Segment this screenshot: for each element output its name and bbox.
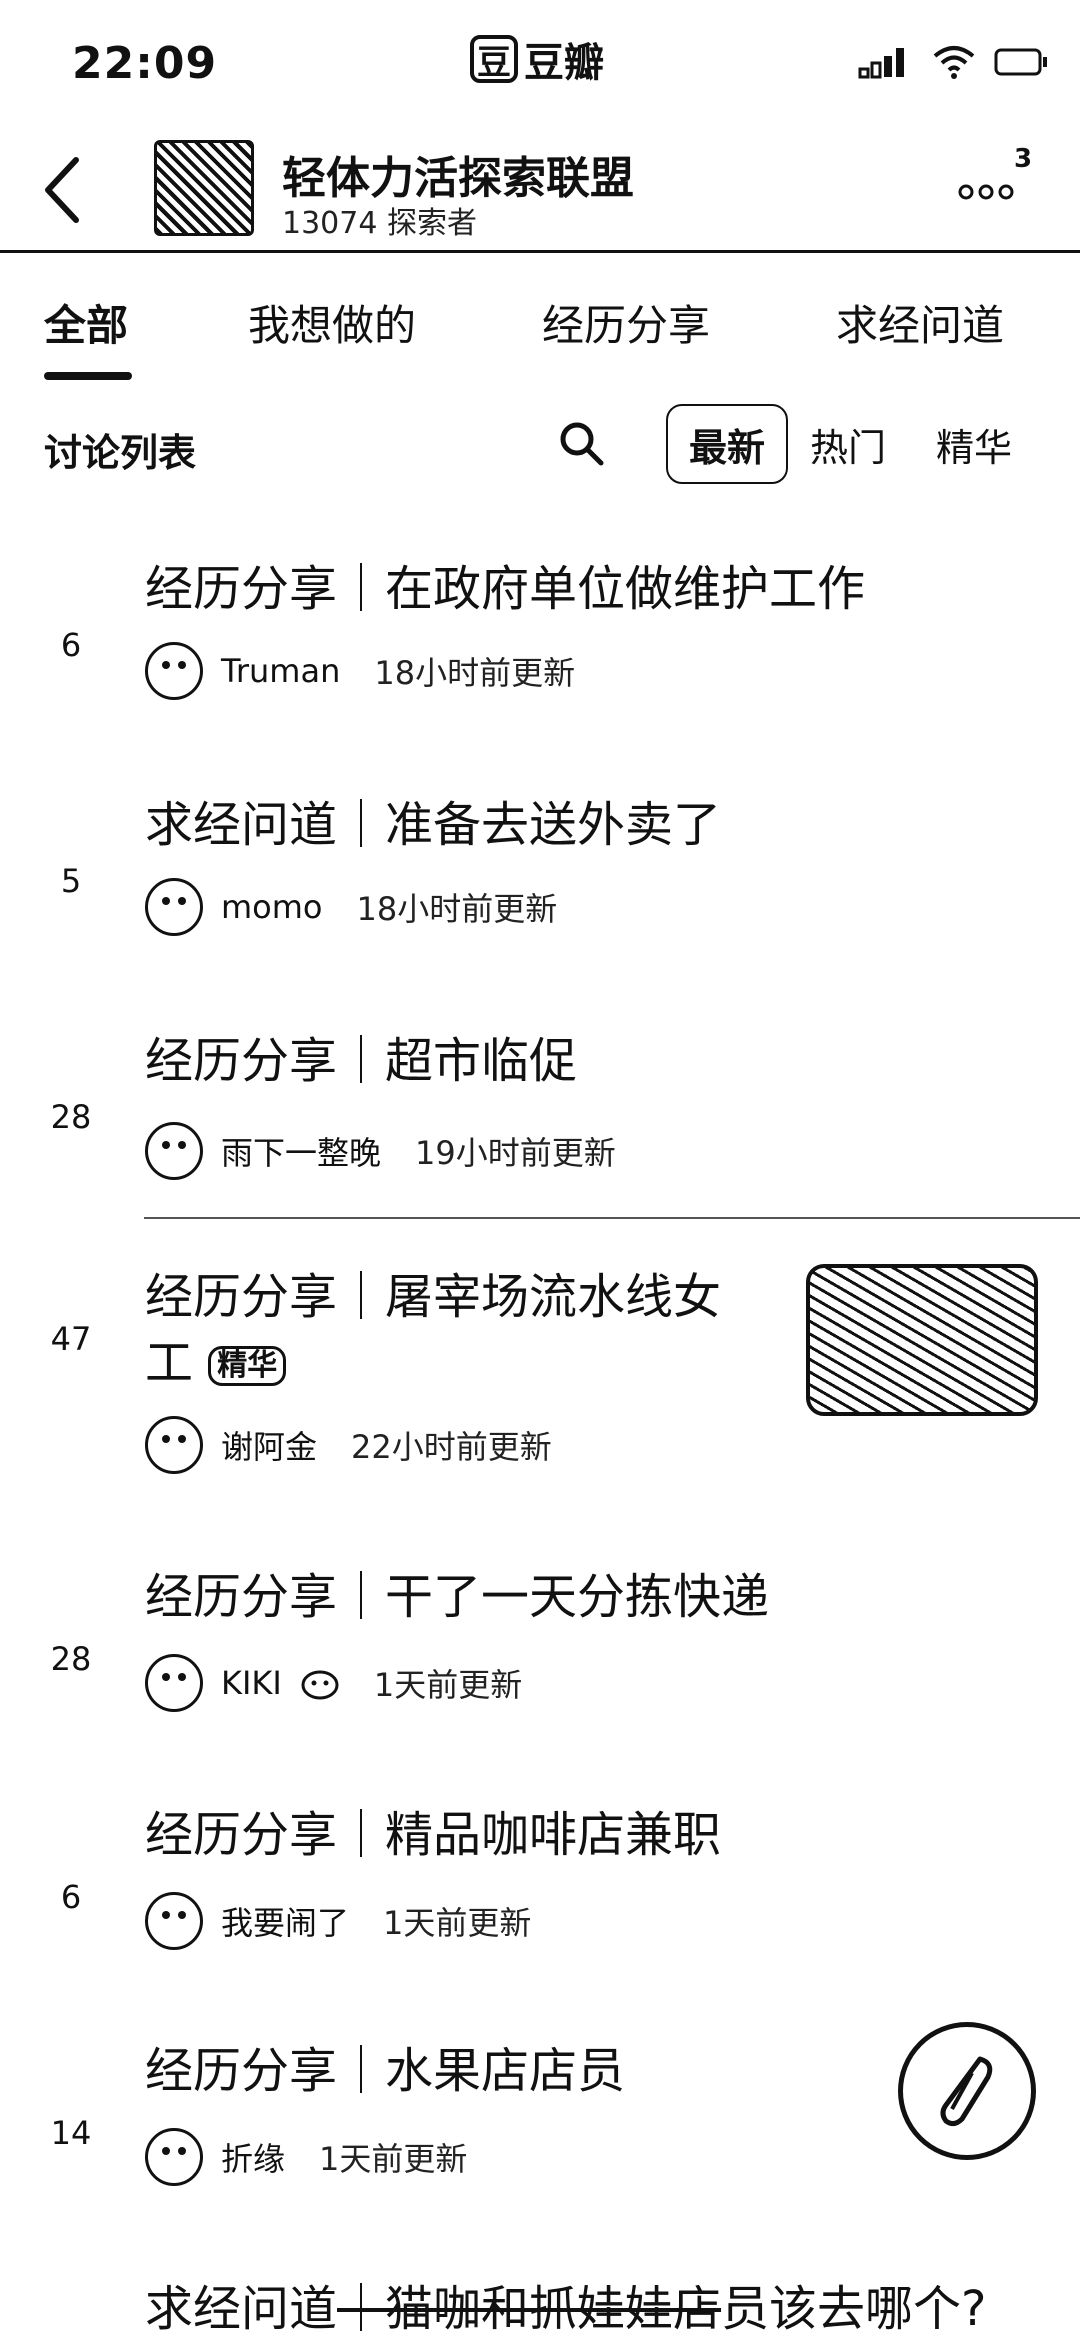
post-title[interactable]: 求经问道｜准备去送外卖了 — [145, 792, 721, 858]
emoji-icon — [301, 1670, 339, 1700]
back-arrow-icon[interactable] — [38, 150, 88, 230]
post-title-line1: 经历分享｜屠宰场流水线女 — [145, 1269, 722, 1325]
reply-count: 47 — [50, 1320, 92, 1358]
post-meta: 雨下一整晚 19小时前更新 — [145, 1122, 616, 1180]
group-title[interactable]: 轻体力活探索联盟 — [282, 142, 634, 206]
list-title: 讨论列表 — [44, 431, 197, 475]
list-item[interactable]: 5 求经问道｜准备去送外卖了 momo 18小时前更新 — [0, 772, 1080, 1008]
search-icon[interactable] — [558, 420, 604, 466]
sort-hot[interactable]: 热门 — [802, 404, 894, 484]
status-app: 豆 豆瓣 — [470, 30, 604, 88]
avatar[interactable] — [145, 1892, 203, 1950]
update-time: 1天前更新 — [373, 1666, 523, 1704]
member-count: 13074 探索者 — [282, 206, 477, 241]
list-item[interactable]: 28 经历分享｜干了一天分拣快递 KIKI 1天前更新 — [0, 1544, 1080, 1780]
list-item[interactable]: 47 经历分享｜屠宰场流水线女 工 精华 谢阿金 22小时前更新 — [0, 1244, 1080, 1534]
author-name[interactable]: 折缘 — [221, 2134, 285, 2180]
douban-logo-icon: 豆 — [470, 35, 518, 83]
post-meta: KIKI 1天前更新 — [145, 1654, 522, 1712]
update-time: 22小时前更新 — [351, 1428, 552, 1466]
header-divider — [0, 250, 1080, 253]
post-title[interactable]: 经历分享｜水果店店员 — [145, 2038, 625, 2104]
list-item[interactable]: 28 经历分享｜超市临促 雨下一整晚 19小时前更新 — [0, 1008, 1080, 1244]
avatar[interactable] — [145, 1122, 203, 1180]
author-name[interactable]: momo — [221, 888, 323, 926]
author-name[interactable]: Truman — [221, 652, 340, 690]
author-name[interactable]: 谢阿金 — [221, 1422, 317, 1468]
post-title-line2-text: 工 — [145, 1335, 194, 1391]
tab-experience-share[interactable]: 经历分享 — [542, 292, 710, 353]
notification-badge: 3 — [1014, 144, 1033, 174]
reply-count: 14 — [50, 2114, 92, 2152]
post-meta: 折缘 1天前更新 — [145, 2128, 467, 2186]
update-time: 1天前更新 — [383, 1904, 532, 1942]
post-meta: momo 18小时前更新 — [145, 878, 557, 936]
more-options-icon[interactable] — [958, 172, 1018, 212]
group-avatar[interactable] — [154, 140, 254, 236]
author-name[interactable]: KIKI — [221, 1664, 282, 1702]
avatar[interactable] — [145, 1654, 203, 1712]
list-item[interactable]: 求经问道｜猫咖和抓娃娃店员该去哪个? — [0, 2256, 1080, 2338]
sort-featured[interactable]: 精华 — [928, 404, 1020, 484]
update-time: 1天前更新 — [319, 2140, 468, 2178]
list-divider — [144, 1217, 1080, 1219]
post-meta: 谢阿金 22小时前更新 — [145, 1416, 552, 1474]
pen-icon — [940, 2056, 993, 2127]
author-name[interactable]: 雨下一整晚 — [221, 1128, 381, 1174]
avatar[interactable] — [145, 1416, 203, 1474]
post-title[interactable]: 经历分享｜屠宰场流水线女 工 精华 — [145, 1264, 721, 1396]
post-title-prefix: 求经问道 — [145, 2281, 338, 2337]
reply-count: 5 — [60, 862, 82, 900]
post-title[interactable]: 经历分享｜在政府单位做维护工作 — [145, 556, 865, 622]
post-title[interactable]: 经历分享｜超市临促 — [145, 1028, 577, 1094]
post-title-line2: 工 精华 — [145, 1330, 721, 1396]
status-time: 22:09 — [72, 38, 218, 89]
sort-latest[interactable]: 最新 — [666, 404, 788, 484]
post-thumbnail[interactable] — [806, 1264, 1038, 1416]
reply-count: 28 — [50, 1098, 92, 1136]
post-meta: Truman 18小时前更新 — [145, 642, 575, 700]
post-title-struck: ｜猫咖和抓娃娃店 — [337, 2281, 722, 2337]
update-time: 19小时前更新 — [415, 1134, 616, 1172]
post-meta: 我要闹了 1天前更新 — [145, 1892, 531, 1950]
reply-count: 6 — [60, 626, 82, 664]
author-name[interactable]: 我要闹了 — [221, 1898, 349, 1944]
reply-count: 6 — [60, 1878, 82, 1916]
battery-icon — [994, 48, 1047, 76]
post-title-suffix: 员该去哪个? — [721, 2281, 987, 2337]
status-app-name: 豆瓣 — [524, 40, 604, 86]
list-item[interactable]: 6 经历分享｜在政府单位做维护工作 Truman 18小时前更新 — [0, 536, 1080, 772]
list-item[interactable]: 6 经历分享｜精品咖啡店兼职 我要闹了 1天前更新 — [0, 1782, 1080, 2018]
tab-ask-advice[interactable]: 求经问道 — [836, 292, 1004, 353]
post-title[interactable]: 求经问道｜猫咖和抓娃娃店员该去哪个? — [145, 2276, 987, 2342]
tab-want-to-do[interactable]: 我想做的 — [248, 292, 416, 353]
active-tab-indicator — [44, 372, 132, 380]
reply-count: 28 — [50, 1640, 92, 1678]
update-time: 18小时前更新 — [356, 890, 558, 928]
wifi-icon — [933, 46, 975, 79]
signal-icon — [858, 48, 904, 79]
featured-tag: 精华 — [208, 1346, 287, 1386]
update-time: 18小时前更新 — [374, 654, 576, 692]
avatar[interactable] — [145, 878, 203, 936]
compose-button[interactable] — [898, 2022, 1036, 2160]
post-title[interactable]: 经历分享｜干了一天分拣快递 — [145, 1564, 769, 1630]
tab-all[interactable]: 全部 — [44, 292, 128, 353]
avatar[interactable] — [145, 642, 203, 700]
avatar[interactable] — [145, 2128, 203, 2186]
status-icons — [858, 44, 1050, 80]
post-title[interactable]: 经历分享｜精品咖啡店兼职 — [145, 1802, 721, 1868]
